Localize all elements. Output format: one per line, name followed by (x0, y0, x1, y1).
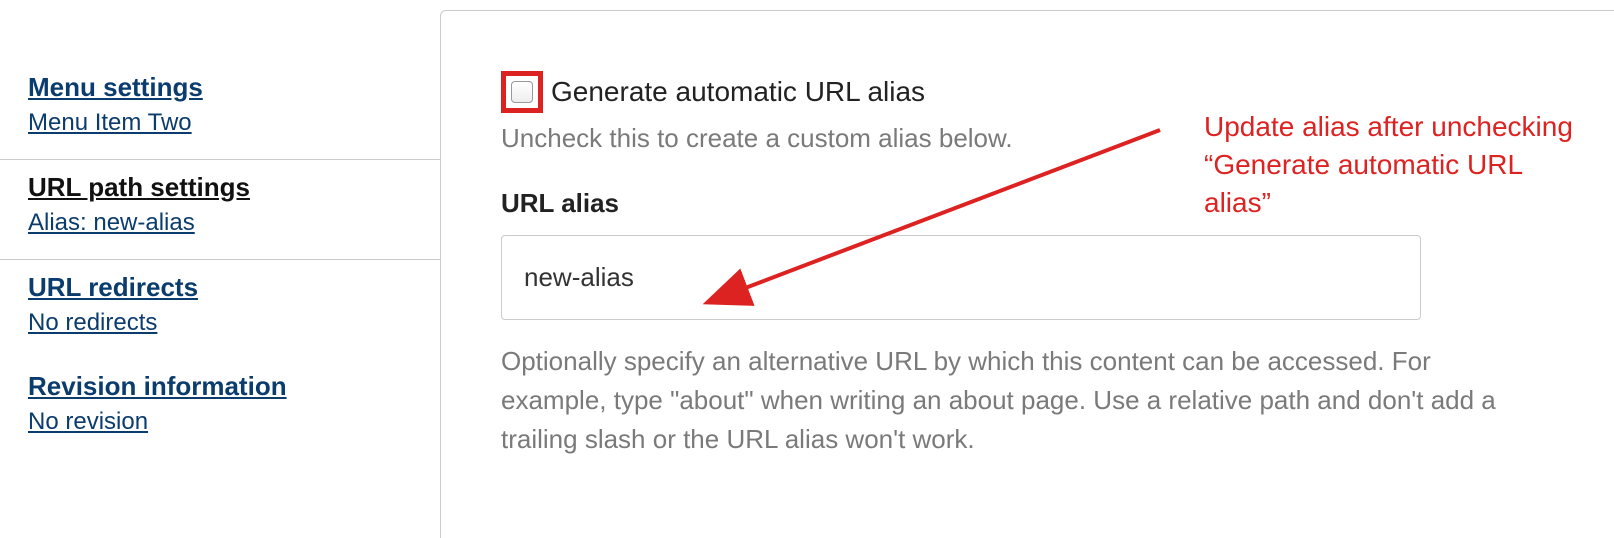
sidebar-item-sub[interactable]: Alias: new-alias (28, 209, 412, 237)
annotation-highlight-box (501, 71, 543, 113)
sidebar-item-revision-information[interactable]: Revision information No revision (0, 359, 440, 458)
url-alias-input[interactable] (501, 235, 1421, 320)
sidebar-item-url-redirects[interactable]: URL redirects No redirects (0, 260, 440, 359)
sidebar-item-title[interactable]: Menu settings (28, 72, 412, 103)
generate-alias-checkbox[interactable] (511, 81, 533, 103)
settings-sidebar: Menu settings Menu Item Two URL path set… (0, 0, 440, 538)
annotation-text: Update alias after unchecking “Generate … (1204, 108, 1574, 221)
sidebar-item-menu-settings[interactable]: Menu settings Menu Item Two (0, 60, 440, 159)
sidebar-item-url-path-settings[interactable]: URL path settings Alias: new-alias (0, 159, 440, 260)
sidebar-item-sub[interactable]: Menu Item Two (28, 109, 412, 137)
main-panel: Generate automatic URL alias Uncheck thi… (440, 10, 1614, 538)
sidebar-item-title[interactable]: Revision information (28, 371, 412, 402)
sidebar-item-title[interactable]: URL path settings (28, 172, 412, 203)
sidebar-item-title[interactable]: URL redirects (28, 272, 412, 303)
sidebar-item-sub[interactable]: No revision (28, 408, 412, 436)
generate-alias-checkbox-row: Generate automatic URL alias (501, 71, 1564, 113)
generate-alias-label[interactable]: Generate automatic URL alias (551, 76, 925, 108)
url-alias-description: Optionally specify an alternative URL by… (501, 342, 1501, 459)
sidebar-item-sub[interactable]: No redirects (28, 309, 412, 337)
